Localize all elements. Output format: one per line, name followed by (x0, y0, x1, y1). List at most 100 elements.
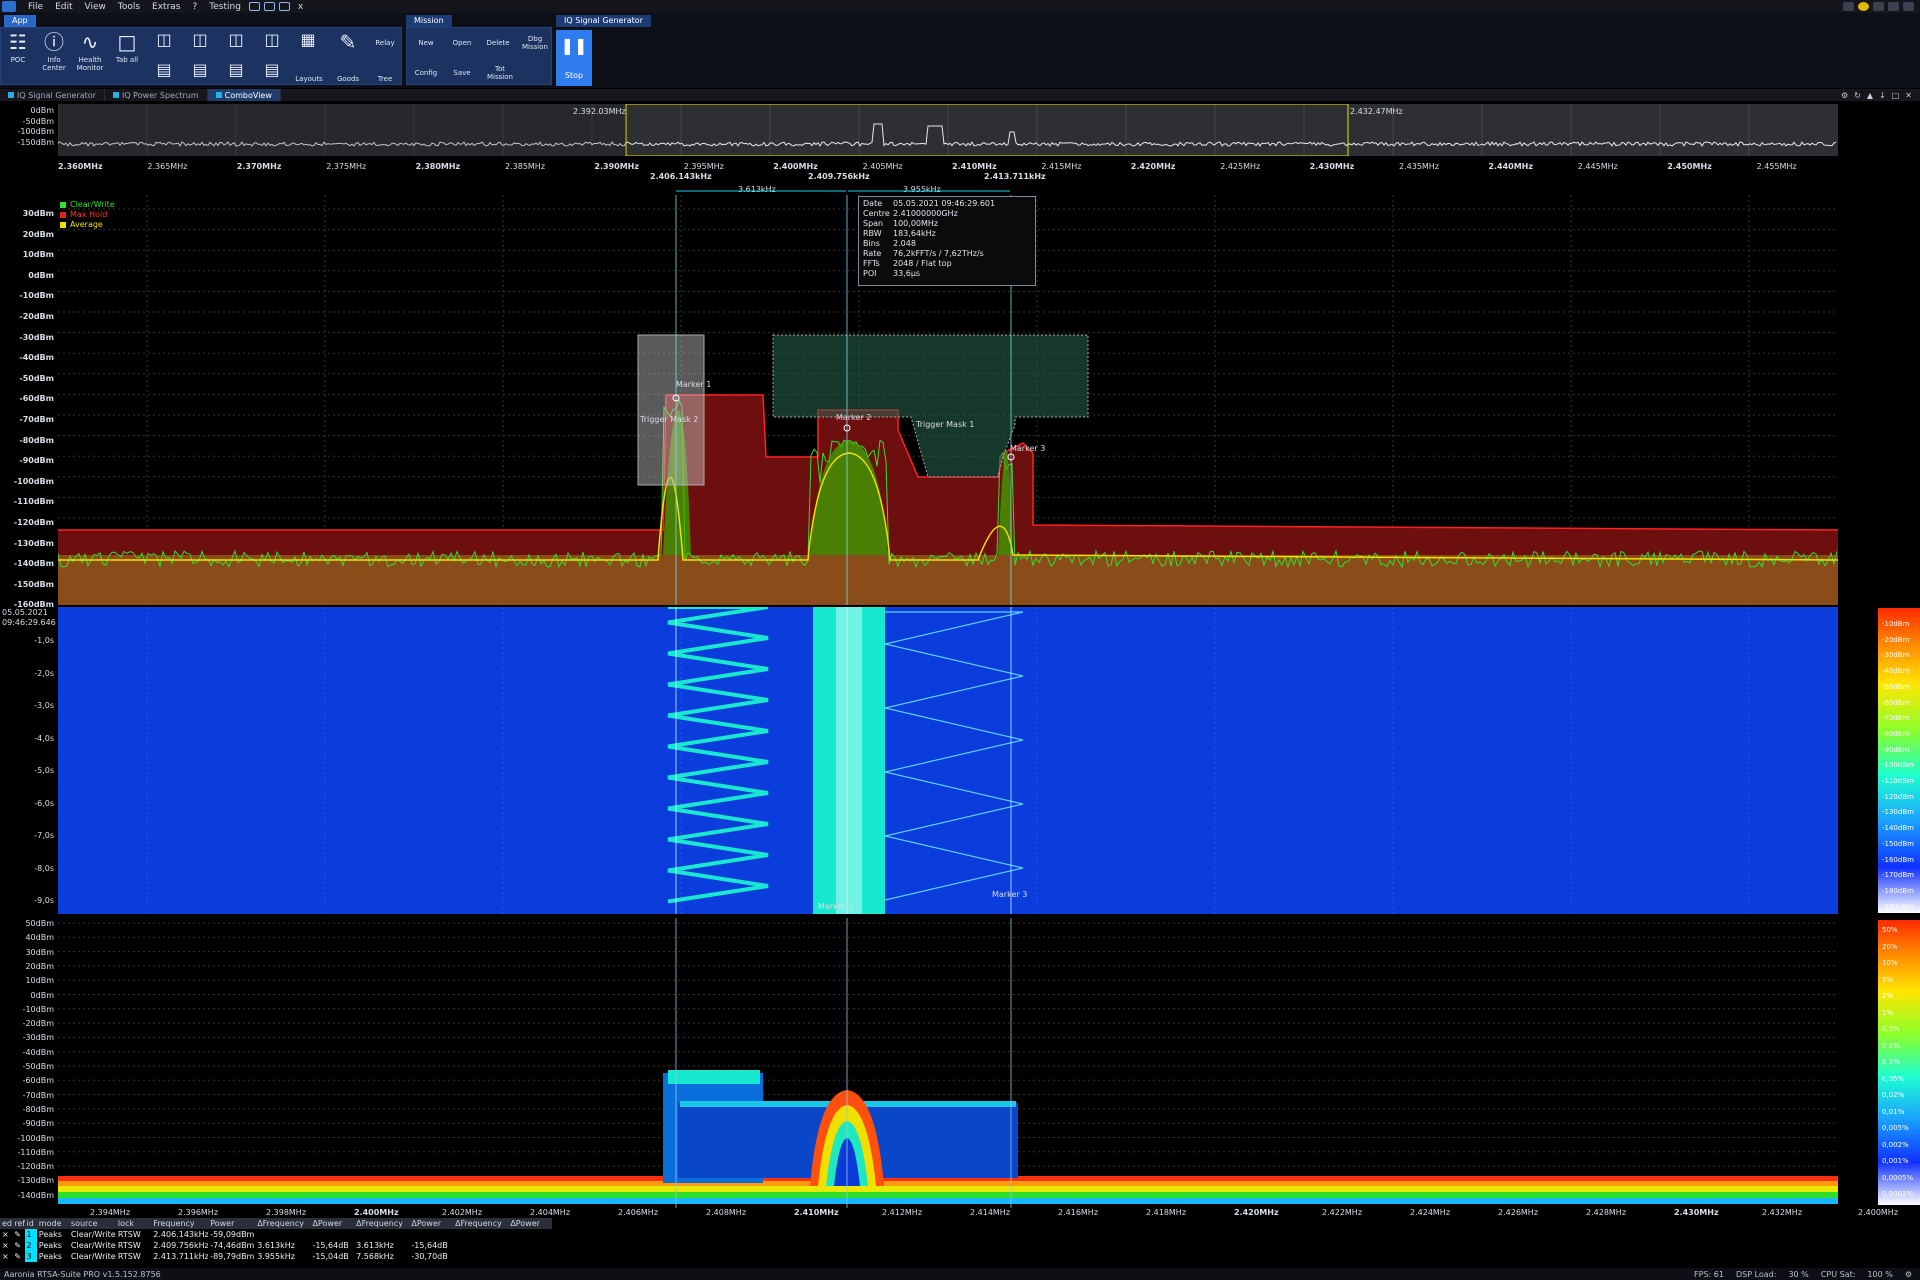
menu-edit[interactable]: Edit (49, 2, 78, 12)
hopping-pattern (667, 607, 769, 904)
info-center-button[interactable]: ⓘ Info Center (38, 31, 70, 72)
layout-split-icon[interactable]: ◫ (150, 31, 178, 49)
tab-iq-power-spectrum[interactable]: IQ Power Spectrum (105, 89, 208, 101)
marker-cell: Clear/Write (70, 1252, 116, 1261)
menu-tools[interactable]: Tools (112, 2, 146, 12)
tot-mission-button[interactable]: Tot Mission (482, 65, 518, 81)
new-mission-button[interactable]: New (410, 39, 442, 47)
overview-spectrum[interactable] (58, 104, 1838, 156)
edit-marker-icon[interactable]: ✎ (12, 1251, 24, 1262)
tab-app[interactable]: App (4, 15, 36, 27)
menu-view[interactable]: View (79, 2, 112, 12)
marker-cell: 7.568kHz (356, 1252, 394, 1261)
info-row: POI 33,6μs (863, 269, 1031, 279)
header-cell[interactable]: ref (12, 1218, 24, 1229)
remove-marker-icon[interactable]: × (0, 1251, 12, 1262)
trigger-mask-1-label[interactable]: Trigger Mask 1 (916, 420, 974, 429)
redo-icon[interactable] (278, 2, 290, 11)
settings-icon[interactable]: ⚙ (1841, 91, 1848, 100)
menu-extras[interactable]: Extras (146, 2, 186, 12)
header-cell[interactable]: ΔPower (310, 1218, 354, 1229)
header-cell[interactable]: ΔPower (409, 1218, 453, 1229)
remove-marker-icon[interactable]: × (0, 1240, 12, 1251)
close-window-icon[interactable] (1903, 2, 1914, 11)
relay-button[interactable]: Relay (368, 39, 402, 47)
tab-iq-signal-generator-doc[interactable]: IQ Signal Generator (0, 89, 105, 101)
notification-icon[interactable] (1858, 2, 1869, 11)
waterfall-plot[interactable] (58, 607, 1838, 914)
tab-mission[interactable]: Mission (406, 15, 452, 27)
refresh-icon[interactable]: ↻ (1854, 91, 1861, 100)
undo-icon[interactable] (263, 2, 275, 11)
minimize-icon[interactable] (1873, 2, 1884, 11)
save-mission-button[interactable]: Save (446, 69, 478, 77)
ps-xaxis-tick: 2.412MHz (882, 1208, 923, 1217)
marker-cell: -89,79dBm (210, 1252, 255, 1261)
delete-mission-button[interactable]: Delete (482, 39, 514, 47)
tab-all-button[interactable]: □ Tab all (112, 31, 142, 64)
layout-grid-icon[interactable]: ▦ (294, 31, 322, 49)
persistence-image (58, 918, 1838, 1208)
header-cell[interactable]: edit (0, 1218, 12, 1229)
header-cell[interactable]: ΔFrequency (354, 1218, 409, 1229)
legend-max-hold[interactable]: Max Hold (70, 210, 107, 220)
info-key: RBW (863, 229, 882, 238)
layout-three-columns-icon[interactable]: ◫ (258, 31, 286, 49)
close-document-button[interactable]: x (292, 2, 309, 12)
sp-yaxis-tick: -100dBm (13, 476, 54, 486)
goods-button[interactable]: ✎ (330, 31, 366, 56)
menu-testing[interactable]: Testing (203, 2, 247, 12)
trigger-mask-2-label[interactable]: Trigger Mask 2 (640, 415, 698, 424)
pin-icon[interactable]: ▲ (1867, 91, 1873, 100)
tab-iq-signal-generator[interactable]: IQ Signal Generator (556, 15, 651, 27)
pen-icon[interactable] (248, 2, 260, 11)
pause-icon: ❚❚ (560, 36, 588, 55)
layouts-button[interactable]: Layouts (294, 75, 324, 83)
menu-help[interactable]: ? (186, 2, 203, 12)
header-cell[interactable]: Frequency (151, 1218, 208, 1229)
poc-button[interactable]: ☷ POC (2, 31, 34, 64)
remove-marker-icon[interactable]: × (0, 1229, 12, 1240)
header-cell[interactable]: lock (116, 1218, 151, 1229)
debug-mission-button[interactable]: Dbg Mission (518, 35, 552, 51)
layout-rows-icon[interactable]: ▤ (186, 61, 214, 79)
edit-marker-icon[interactable]: ✎ (12, 1240, 24, 1251)
restore-icon[interactable]: □ (1892, 91, 1900, 100)
header-cell[interactable]: source (69, 1218, 116, 1229)
panel-close-icon[interactable]: ✕ (1905, 91, 1912, 100)
marker-row[interactable]: × ✎ 3 Peaks Clear/Write RTSW 2.413.711kHz -89,7… (0, 1251, 552, 1262)
config-button[interactable]: Config (410, 69, 442, 77)
header-cell[interactable]: id (25, 1218, 37, 1229)
noise-floor-area (58, 555, 1838, 605)
header-cell[interactable]: mode (37, 1218, 69, 1229)
legend-average[interactable]: Average (70, 220, 103, 230)
status-settings-icon[interactable]: ⚙ (1905, 1270, 1912, 1279)
marker-3-label: Marker 3 (1010, 444, 1046, 453)
persistence-x-end-label: 2.400MHz (1858, 1208, 1899, 1217)
tree-button[interactable]: Tree (368, 75, 402, 83)
waterfall-image (146, 607, 1750, 914)
header-cell[interactable]: Power (208, 1218, 255, 1229)
layout-two-columns-icon[interactable]: ◫ (222, 31, 250, 49)
download-icon[interactable]: ↓ (1879, 91, 1886, 100)
persistence-plot[interactable] (58, 918, 1838, 1208)
layout-stack-icon[interactable]: ▤ (150, 61, 178, 79)
layout-four-rows-icon[interactable]: ▤ (258, 61, 286, 79)
header-cell[interactable]: ΔFrequency (453, 1218, 508, 1229)
layout-icon[interactable] (1843, 2, 1854, 11)
stop-button[interactable]: ❚❚ Stop (556, 30, 592, 86)
layout-columns-icon[interactable]: ◫ (186, 31, 214, 49)
marker-row[interactable]: × ✎ 2 Peaks Clear/Write RTSW 2.409.756kHz -74,4… (0, 1240, 552, 1251)
edit-marker-icon[interactable]: ✎ (12, 1229, 24, 1240)
legend-clear-write[interactable]: Clear/Write (70, 200, 115, 210)
floor-band (58, 1186, 1838, 1192)
health-monitor-button[interactable]: ∿ Health Monitor (74, 31, 106, 72)
marker-row[interactable]: × ✎ 1 Peaks Clear/Write RTSW 2.406.143kHz -59,0… (0, 1229, 552, 1240)
open-mission-button[interactable]: Open (446, 39, 478, 47)
header-cell[interactable]: ΔPower (508, 1218, 552, 1229)
tab-comboview[interactable]: ComboView (207, 89, 281, 101)
layout-three-rows-icon[interactable]: ▤ (222, 61, 250, 79)
menu-file[interactable]: File (22, 2, 49, 12)
maximize-icon[interactable] (1888, 2, 1899, 11)
header-cell[interactable]: ΔFrequency (255, 1218, 310, 1229)
